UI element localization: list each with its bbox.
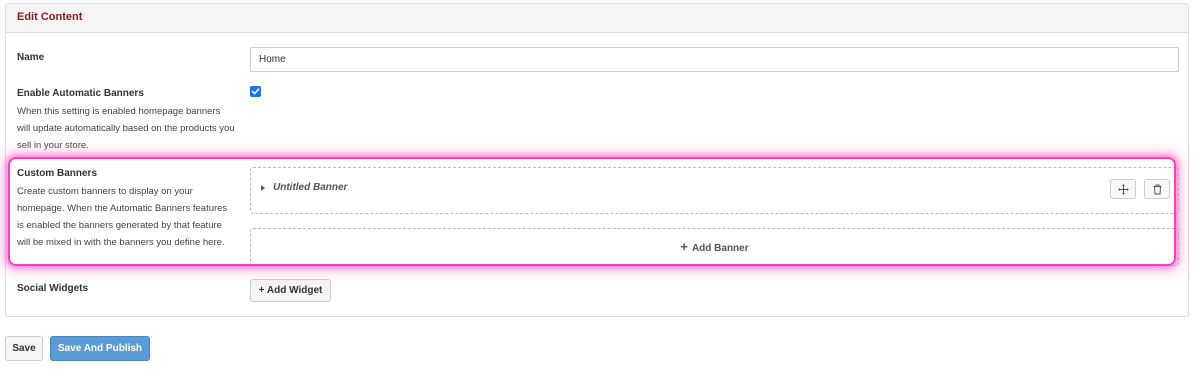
automatic-banners-checkbox[interactable]	[250, 86, 261, 97]
help-line: will update automatically based on the p…	[17, 123, 235, 134]
panel-title: Edit Content	[6, 4, 1188, 33]
save-and-publish-button[interactable]: Save And Publish	[50, 336, 150, 361]
checkmark-icon	[251, 88, 260, 95]
save-button[interactable]: Save	[5, 336, 43, 361]
help-line: When this setting is enabled homepage ba…	[17, 106, 221, 117]
automatic-banners-label: Enable Automatic Banners	[17, 88, 144, 99]
automatic-banners-help: When this setting is enabled homepage ba…	[17, 103, 235, 154]
name-label: Name	[17, 52, 45, 63]
name-input[interactable]: Home	[250, 47, 1179, 72]
add-widget-button[interactable]: + Add Widget	[250, 279, 331, 302]
custom-banners-highlight	[8, 157, 1176, 266]
social-widgets-label: Social Widgets	[17, 283, 89, 294]
help-line: sell in your store.	[17, 140, 89, 151]
